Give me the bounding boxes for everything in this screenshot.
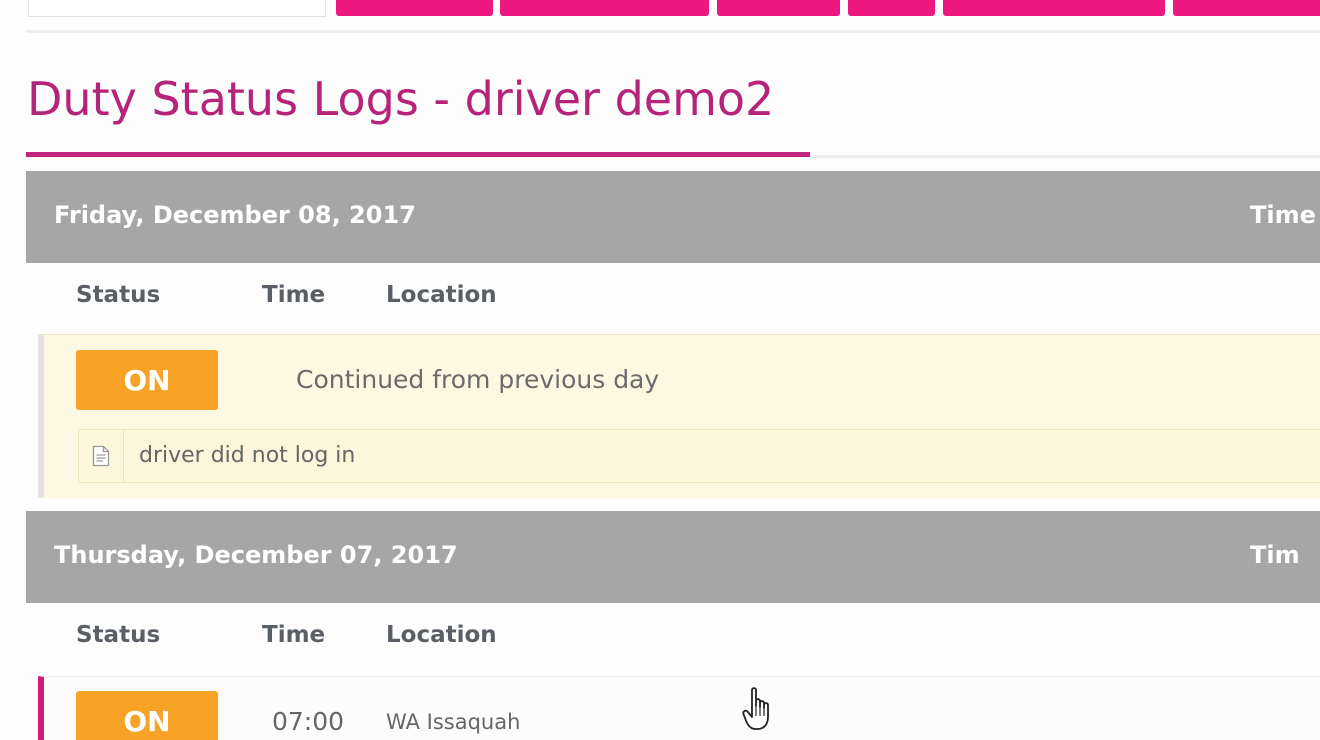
entry-time: 07:00	[272, 707, 345, 736]
column-time: Time	[262, 282, 326, 308]
hand-pointer-icon	[742, 686, 778, 738]
log-entry-row[interactable]: ON 07:00 WA Issaquah	[38, 676, 1320, 740]
top-toolbar	[0, 0, 1320, 34]
column-headers: Status Time Location	[26, 604, 1320, 674]
toolbar-button-4[interactable]	[848, 0, 935, 16]
page-title: Duty Status Logs - driver demo2	[27, 72, 775, 126]
log-entry-row[interactable]: ON Continued from previous day driver di…	[38, 334, 1320, 498]
search-input[interactable]	[28, 0, 326, 17]
column-time: Time	[262, 622, 326, 648]
entry-note: driver did not log in	[78, 429, 1320, 483]
status-badge[interactable]: ON	[76, 350, 218, 410]
document-icon	[79, 430, 124, 482]
column-status: Status	[76, 622, 161, 648]
toolbar-button-1[interactable]	[336, 0, 493, 16]
toolbar-button-5[interactable]	[943, 0, 1165, 16]
toolbar-button-2[interactable]	[500, 0, 709, 16]
day-header[interactable]: Thursday, December 07, 2017 Tim	[26, 511, 1320, 603]
column-status: Status	[76, 282, 161, 308]
page: Duty Status Logs - driver demo2 Friday, …	[0, 0, 1320, 740]
title-divider	[810, 155, 1320, 158]
day-time-header: Time	[1250, 201, 1316, 229]
column-headers: Status Time Location	[26, 264, 1320, 334]
title-underline	[26, 152, 810, 157]
status-badge[interactable]: ON	[76, 691, 218, 740]
note-text: driver did not log in	[139, 443, 356, 468]
column-location: Location	[386, 622, 497, 648]
day-time-header: Tim	[1250, 541, 1300, 569]
entry-location: Continued from previous day	[296, 365, 660, 394]
day-date: Friday, December 08, 2017	[54, 201, 416, 229]
entry-location: WA Issaquah	[386, 710, 521, 734]
toolbar-divider	[26, 30, 1320, 33]
day-date: Thursday, December 07, 2017	[54, 541, 458, 569]
toolbar-button-6[interactable]	[1173, 0, 1320, 16]
column-location: Location	[386, 282, 497, 308]
toolbar-button-3[interactable]	[717, 0, 840, 16]
day-header[interactable]: Friday, December 08, 2017 Time	[26, 171, 1320, 263]
